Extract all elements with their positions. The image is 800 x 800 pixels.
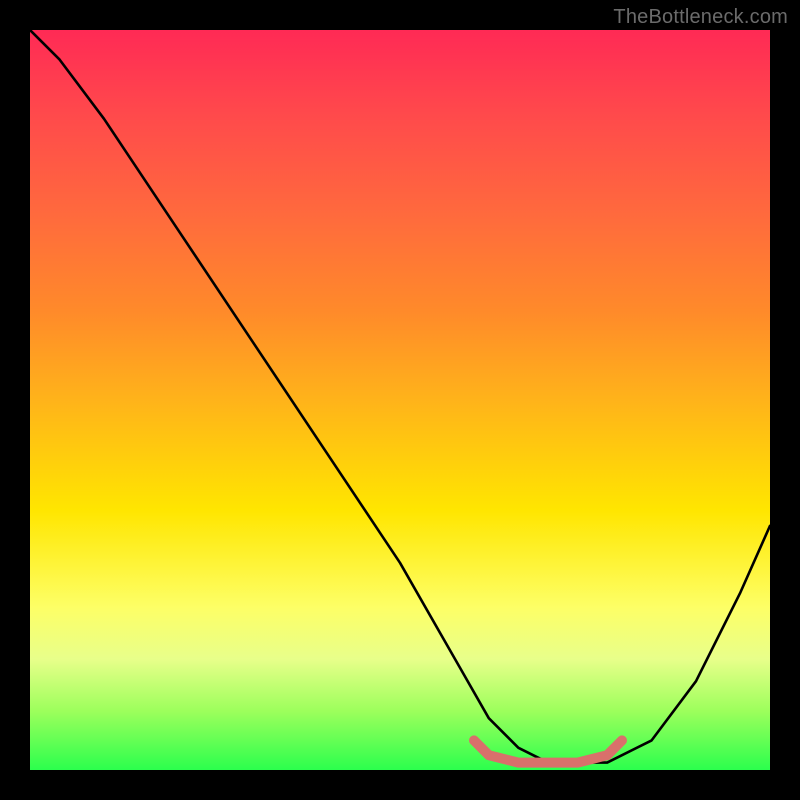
bottleneck-curve-path xyxy=(30,30,770,763)
plot-area xyxy=(30,30,770,770)
optimal-band-path xyxy=(474,740,622,762)
attribution-text: TheBottleneck.com xyxy=(613,6,788,29)
chart-overlay xyxy=(30,30,770,770)
chart-frame: TheBottleneck.com xyxy=(0,0,800,800)
